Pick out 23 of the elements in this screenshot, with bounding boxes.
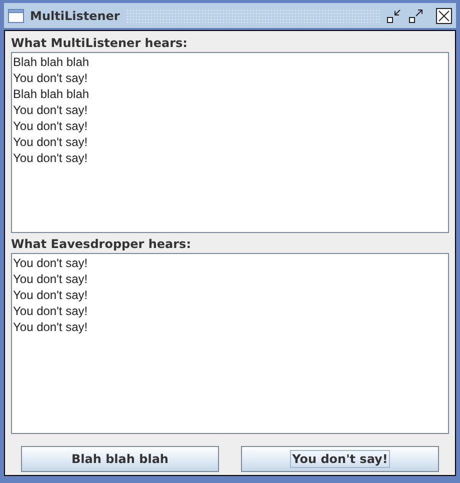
text-line: You don't say! xyxy=(13,319,88,335)
text-line: Blah blah blah xyxy=(13,54,90,70)
text-line: You don't say! xyxy=(13,255,88,271)
text-line: Blah blah blah xyxy=(13,86,90,102)
text-line: You don't say! xyxy=(13,287,88,303)
text-line: You don't say! xyxy=(13,134,88,150)
text-area-label: What Eavesdropper hears: xyxy=(11,237,192,251)
close-icon[interactable] xyxy=(436,8,452,24)
text-area[interactable]: Blah blah blah You don't say! Blah blah blah You don't say! You don't say! You don't say! You don't say! xyxy=(11,52,449,233)
window-icon xyxy=(8,8,24,24)
action-button[interactable]: Blah blah blah xyxy=(21,446,219,472)
text-line: You don't say! xyxy=(13,303,88,319)
action-button[interactable]: You don't say! xyxy=(241,446,439,472)
text-line: You don't say! xyxy=(13,118,88,134)
text-line: You don't say! xyxy=(13,70,88,86)
text-area-label: What MultiListener hears: xyxy=(11,36,188,50)
text-line: You don't say! xyxy=(13,102,88,118)
maximize-icon[interactable] xyxy=(408,8,424,24)
window-title: MultiListener xyxy=(30,8,120,22)
minimize-icon[interactable] xyxy=(386,8,402,24)
text-line: You don't say! xyxy=(13,150,88,166)
text-line: You don't say! xyxy=(13,271,88,287)
text-area[interactable]: You don't say! You don't say! You don't say! You don't say! You don't say! xyxy=(11,253,449,434)
